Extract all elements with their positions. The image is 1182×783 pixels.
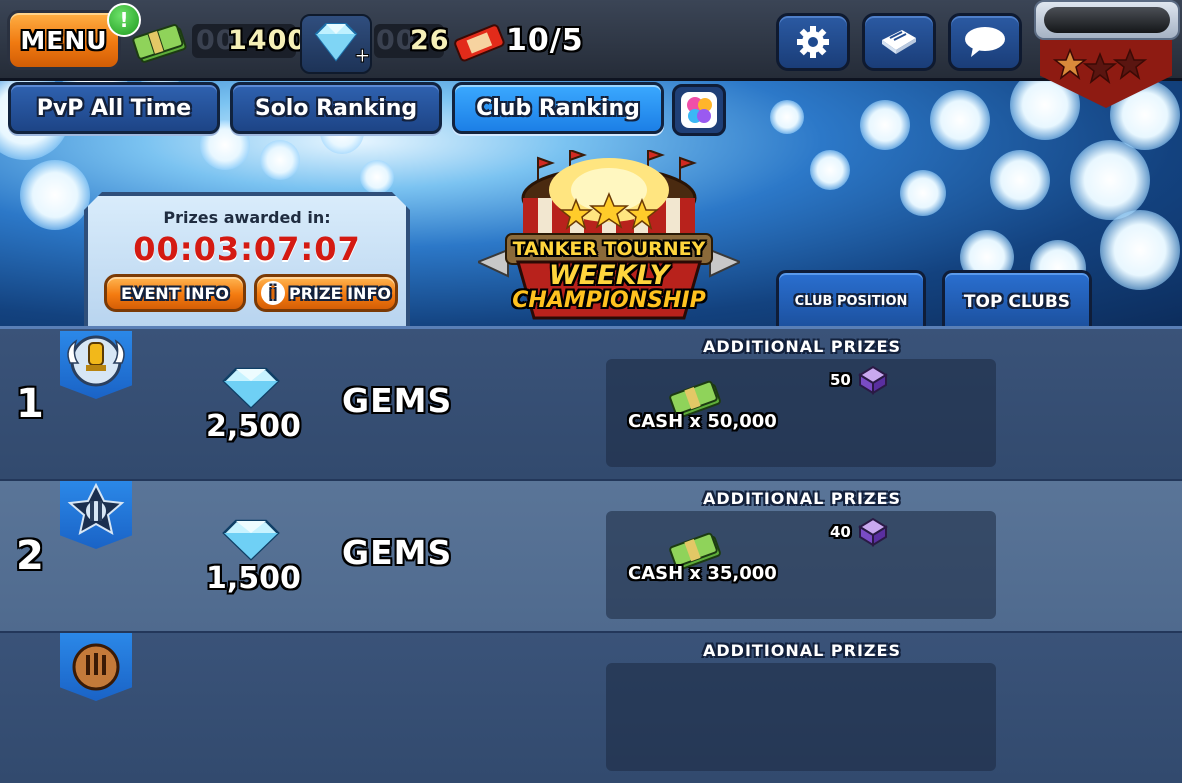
event-ticket-icon xyxy=(454,24,505,62)
cash-stack-icon xyxy=(132,24,187,63)
chat-bubble-icon xyxy=(965,27,1005,57)
gem-amount: 1,500 xyxy=(206,561,301,596)
profile-name-plate xyxy=(1044,7,1170,33)
additional-prizes-box xyxy=(606,663,996,771)
info-icon: i xyxy=(261,281,285,305)
logo-subtitle: WEEKLY xyxy=(548,260,670,291)
rank-ribbon xyxy=(60,633,132,701)
prize-info-button[interactable]: i PRIZE INFO xyxy=(254,274,398,312)
rank-ribbon xyxy=(60,481,132,549)
tab-solo-ranking[interactable]: Solo Ranking xyxy=(230,82,442,134)
newspaper-icon xyxy=(882,30,916,54)
gear-icon xyxy=(797,26,829,58)
crate-count: 40 xyxy=(830,523,851,541)
tab-pvp-all-time[interactable]: PvP All Time xyxy=(8,82,220,134)
crate-icon xyxy=(858,517,888,547)
game-center-icon xyxy=(681,92,717,128)
buy-gems-button[interactable]: + xyxy=(300,14,372,74)
top-clubs-button[interactable]: TOP CLUBS xyxy=(942,270,1092,330)
settings-button[interactable] xyxy=(776,13,850,71)
cash-value: 1400 xyxy=(228,25,308,56)
game-center-button[interactable] xyxy=(672,84,726,136)
gems-value: 26 xyxy=(410,25,450,56)
crate-count: 50 xyxy=(830,371,851,389)
crate-icon xyxy=(858,365,888,395)
countdown-timer: 00:03:07:07 xyxy=(133,230,361,268)
tickets-value: 10/5 xyxy=(506,23,584,58)
gem-amount: 2,500 xyxy=(206,409,301,444)
event-info-label: EVENT INFO xyxy=(121,283,229,303)
menu-button[interactable]: MENU xyxy=(7,10,121,70)
prize-row: ADDITIONAL PRIZES xyxy=(0,633,1182,783)
cash-prize-text: CASH x 50,000 xyxy=(628,411,777,432)
bronze-medal-icon xyxy=(72,643,120,691)
silver-medal-icon xyxy=(67,482,125,535)
cash-prize-text: CASH x 35,000 xyxy=(628,563,777,584)
additional-prizes-title: ADDITIONAL PRIZES xyxy=(703,641,901,660)
additional-prizes-box: CASH x 50,000 50 xyxy=(606,359,996,467)
gems-label: GEMS xyxy=(342,381,453,420)
rank-number: 1 xyxy=(16,381,44,427)
event-info-button[interactable]: EVENT INFO xyxy=(104,274,246,312)
prize-list[interactable]: 1 2,500 GEMS ADDITIONAL PRIZES CASH x 50… xyxy=(0,326,1182,783)
chat-button[interactable] xyxy=(948,13,1022,71)
news-button[interactable] xyxy=(862,13,936,71)
prize-timer-panel: Prizes awarded in: 00:03:07:07 EVENT INF… xyxy=(84,192,410,332)
prize-row: 2 1,500 GEMS ADDITIONAL PRIZES CASH x 35… xyxy=(0,481,1182,631)
gem-icon xyxy=(222,519,280,561)
rank-ribbon xyxy=(60,331,132,399)
top-bar: MENU ! 00 1400 + 00 26 10/5 xyxy=(0,0,1182,81)
profile-button[interactable] xyxy=(1034,0,1180,40)
svg-text:+: + xyxy=(354,43,370,67)
logo-title: TANKER TOURNEY xyxy=(512,238,706,260)
prize-row: 1 2,500 GEMS ADDITIONAL PRIZES CASH x 50… xyxy=(0,329,1182,479)
gold-trophy-icon xyxy=(67,335,125,387)
gems-label: GEMS xyxy=(342,533,453,572)
rank-number: 2 xyxy=(16,533,44,579)
prize-info-label: PRIZE INFO xyxy=(289,283,391,303)
timer-label: Prizes awarded in: xyxy=(163,208,331,227)
tournament-logo: TANKER TOURNEY WEEKLY CHAMPIONSHIP xyxy=(478,150,740,320)
additional-prizes-box: CASH x 35,000 40 xyxy=(606,511,996,619)
tab-club-ranking[interactable]: Club Ranking xyxy=(452,82,664,134)
additional-prizes-title: ADDITIONAL PRIZES xyxy=(703,489,901,508)
gem-icon xyxy=(222,367,280,409)
logo-subtitle-2: CHAMPIONSHIP xyxy=(512,288,706,313)
diamond-plus-icon: + xyxy=(314,23,371,68)
club-position-button[interactable]: CLUB POSITION xyxy=(776,270,926,330)
additional-prizes-title: ADDITIONAL PRIZES xyxy=(703,337,901,356)
